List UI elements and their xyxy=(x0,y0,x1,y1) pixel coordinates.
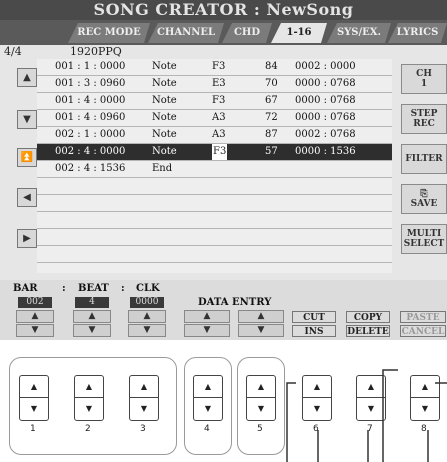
callout-line-6 xyxy=(286,382,296,462)
callout-line-7b xyxy=(382,369,398,462)
callout-lines xyxy=(286,369,447,462)
